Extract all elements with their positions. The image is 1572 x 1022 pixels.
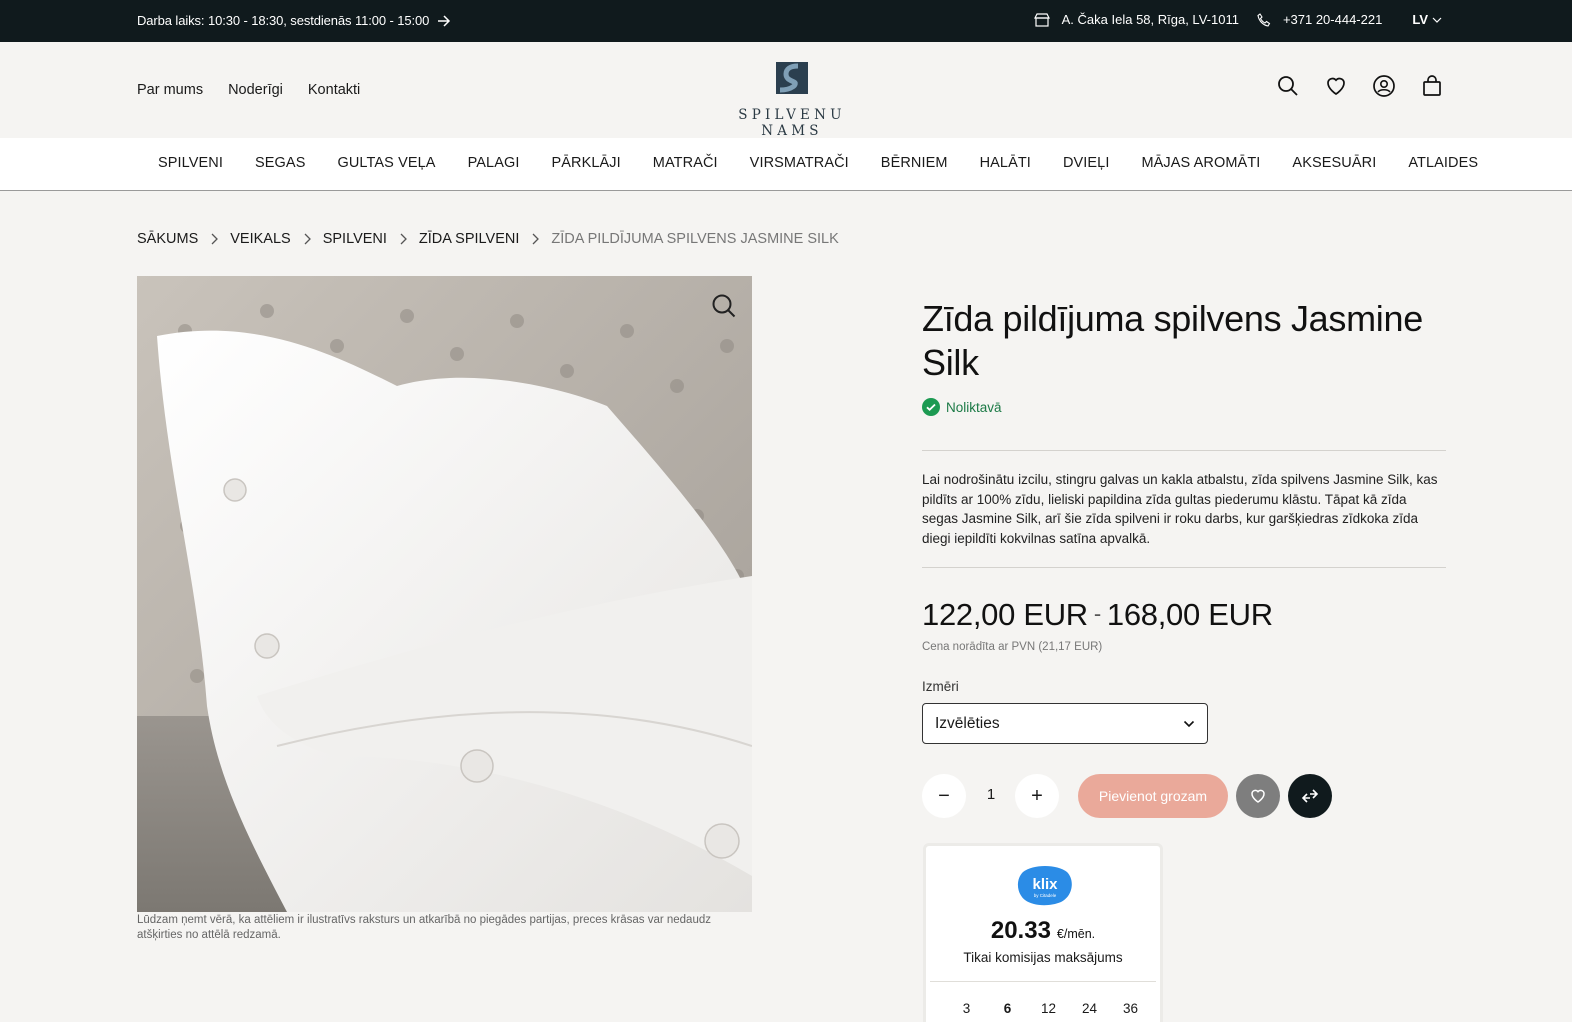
klix-logo-text: klix [1032,876,1058,893]
chevron-down-icon [1183,720,1195,727]
vat-note: Cena norādīta ar PVN (21,17 EUR) [922,641,1103,653]
site-header: Par mums Noderīgi Kontakti SPILVENU NAMS [0,42,1572,139]
size-select[interactable]: Izvēlēties [922,703,1208,744]
breadcrumb: SĀKUMS VEIKALS SPILVENI ZĪDA SPILVENI ZĪ… [137,231,839,247]
cart-icon[interactable] [1420,74,1444,98]
klix-term-option[interactable]: 36 [1110,1001,1151,1016]
price-max: 168,00 EUR [1106,597,1273,632]
chevron-right-icon [211,233,219,245]
klix-logo: klix by Citadele [1017,866,1072,906]
top-bar: Darba laiks: 10:30 - 18:30, sestdienās 1… [0,0,1572,42]
language-switcher[interactable]: LV [1412,12,1442,27]
store-icon [1033,12,1050,27]
site-logo[interactable]: SPILVENU NAMS [706,62,878,139]
quantity-decrease-button[interactable]: − [922,774,966,818]
compare-button[interactable] [1288,774,1332,818]
compare-arrows-icon [1301,789,1319,803]
nav-item-bed-linen[interactable]: GULTAS VEĻA [321,155,451,171]
add-to-cart-button[interactable]: Pievienot grozam [1078,774,1228,818]
quantity-increase-button[interactable]: + [1015,774,1059,818]
nav-item-duvets[interactable]: SEGAS [239,155,321,171]
breadcrumb-pillows[interactable]: SPILVENI [323,231,387,247]
breadcrumb-current: ZĪDA PILDĪJUMA SPILVENS JASMINE SILK [551,231,839,247]
check-circle-icon [922,398,940,416]
price-range: 122,00 EUR -168,00 EUR [922,597,1273,633]
arrow-right-icon [438,14,451,27]
header-link-about[interactable]: Par mums [137,82,203,98]
klix-amount-unit: €/mēn. [1056,927,1096,941]
logo-mark-icon [776,62,808,94]
nav-item-pillows[interactable]: SPILVENI [142,155,239,171]
chevron-right-icon [532,233,540,245]
price-separator: - [1093,601,1101,626]
add-to-wishlist-button[interactable] [1236,774,1280,818]
klix-amount-value: 20.33 [990,917,1051,944]
heart-icon [1251,789,1265,803]
phone-number[interactable]: +371 20-444-221 [1283,12,1382,27]
nav-item-bedspreads[interactable]: PĀRKLĀJI [535,155,636,171]
chevron-right-icon [304,233,311,245]
chevron-right-icon [400,233,407,245]
zoom-icon[interactable] [711,293,737,319]
header-links: Par mums Noderīgi Kontakti [137,82,360,98]
stock-status: Noliktavā [922,398,1002,416]
quantity-input[interactable]: 1 [980,786,1002,803]
klix-monthly-amount: 20.33 €/mēn. [926,917,1160,945]
pillow-photo [137,276,752,912]
divider [922,567,1446,568]
divider [930,981,1156,982]
account-icon[interactable] [1372,74,1396,98]
klix-term-selector: 3 6 12 24 36 [946,1001,1151,1016]
chevron-down-icon [1432,17,1442,23]
language-label: LV [1412,12,1428,27]
klix-logo-subtext: by Citadele [1034,893,1057,898]
nav-item-towels[interactable]: DVIEĻI [1047,155,1126,171]
nav-item-robes[interactable]: HALĀTI [964,155,1047,171]
breadcrumb-shop[interactable]: VEIKALS [230,231,290,247]
breadcrumb-silk-pillows[interactable]: ZĪDA SPILVENI [419,231,519,247]
minus-icon: − [938,784,950,807]
nav-item-sale[interactable]: ATLAIDES [1392,155,1494,171]
header-link-useful[interactable]: Noderīgi [228,82,283,98]
klix-note: Tikai komisijas maksājums [963,950,1123,965]
stock-label: Noliktavā [946,399,1002,415]
wishlist-icon[interactable] [1324,74,1348,98]
klix-term-option-selected[interactable]: 6 [987,1001,1028,1016]
working-hours-link[interactable]: Darba laiks: 10:30 - 18:30, sestdienās 1… [137,13,451,28]
klix-financing-widget: klix by Citadele 20.33 €/mēn. Tikai komis… [923,843,1163,1022]
nav-item-home-scents[interactable]: MĀJAS AROMĀTI [1125,155,1276,171]
price-min: 122,00 EUR [922,597,1088,632]
logo-wordmark: SPILVENU NAMS [738,107,846,139]
klix-term-option[interactable]: 3 [946,1001,987,1016]
klix-term-option[interactable]: 12 [1028,1001,1069,1016]
nav-item-toppers[interactable]: VIRSMATRAČI [734,155,865,171]
klix-term-option[interactable]: 24 [1069,1001,1110,1016]
main-navigation: SPILVENI SEGAS GULTAS VEĻA PALAGI PĀRKLĀ… [0,138,1572,191]
size-label: Izmēri [922,679,959,694]
search-icon[interactable] [1276,74,1300,98]
product-description: Lai nodrošinātu izcilu, stingru galvas u… [922,472,1438,546]
working-hours-text: Darba laiks: 10:30 - 18:30, sestdienās 1… [137,13,430,28]
product-title: Zīda pildījuma spilvens Jasmine Silk [922,298,1423,383]
nav-item-mattresses[interactable]: MATRAČI [637,155,734,171]
phone-icon [1257,12,1271,27]
nav-item-accessories[interactable]: AKSESUĀRI [1276,155,1392,171]
nav-item-sheets[interactable]: PALAGI [452,155,536,171]
header-link-contacts[interactable]: Kontakti [308,82,360,98]
product-image[interactable] [137,276,752,912]
plus-icon: + [1031,784,1043,807]
divider [922,450,1446,451]
size-select-value: Izvēlēties [935,714,1000,732]
breadcrumb-home[interactable]: SĀKUMS [137,231,198,247]
store-address[interactable]: A. Čaka Iela 58, Rīga, LV-1011 [1062,12,1239,27]
image-disclaimer: Lūdzam ņemt vērā, ka attēliem ir ilustra… [137,914,711,941]
nav-item-kids[interactable]: BĒRNIEM [865,155,964,171]
